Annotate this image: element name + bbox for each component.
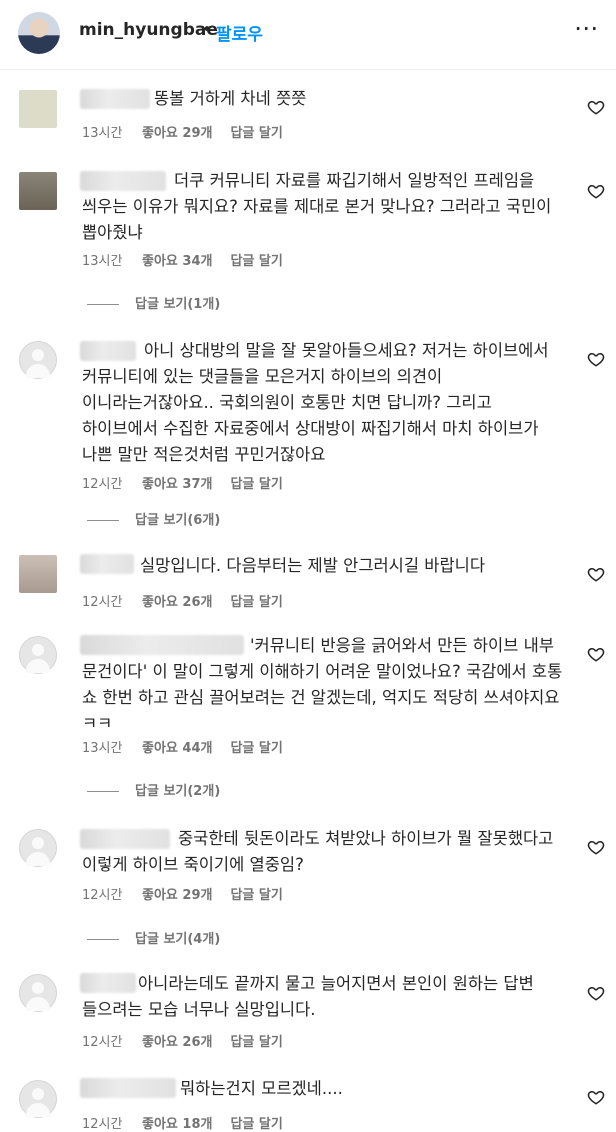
heart-icon[interactable] — [587, 645, 605, 663]
likes-count[interactable]: 좋아요 44개 — [142, 737, 212, 756]
comment-meta: 12시간 좋아요 26개 답글 달기 — [82, 1031, 283, 1050]
avatar[interactable] — [18, 12, 60, 54]
comment-text: 아니 상대방의 말을 잘 못알아들으세요? 저거는 하이브에서 커뮤니티에 있는… — [82, 341, 549, 464]
comment-time: 12시간 — [82, 477, 123, 492]
reply-button[interactable]: 답글 달기 — [230, 1117, 282, 1132]
avatar[interactable] — [19, 829, 57, 867]
avatar[interactable] — [19, 974, 57, 1012]
avatar[interactable] — [19, 172, 57, 210]
view-replies-label: 답글 보기(1개) — [135, 297, 221, 312]
likes-count[interactable]: 좋아요 26개 — [142, 1031, 212, 1050]
reply-button[interactable]: 답글 달기 — [230, 888, 282, 903]
likes-count[interactable]: 좋아요 37개 — [142, 473, 212, 492]
more-options-icon[interactable]: ⋯ — [574, 14, 599, 42]
likes-count[interactable]: 좋아요 26개 — [142, 591, 212, 610]
comment-text: 뭐하는건지 모르겠네.... — [180, 1079, 343, 1098]
avatar[interactable] — [19, 90, 57, 128]
comment-time: 12시간 — [82, 888, 123, 903]
comment-meta: 13시간 좋아요 34개 답글 달기 — [82, 250, 283, 269]
comment-meta: 13시간 좋아요 44개 답글 달기 — [82, 737, 283, 756]
likes-count[interactable]: 좋아요 18개 — [142, 1113, 212, 1132]
replies-line — [87, 939, 119, 940]
reply-button[interactable]: 답글 달기 — [230, 595, 282, 610]
comment-meta: 12시간 좋아요 37개 답글 달기 — [82, 473, 283, 492]
comment-time: 13시간 — [82, 126, 123, 141]
comment-text: 중국한테 뒷돈이라도 쳐받았나 하이브가 뭘 잘못했다고 이렇게 하이브 죽이기… — [82, 829, 554, 874]
view-replies-button[interactable]: 답글 보기(4개) — [87, 928, 220, 947]
avatar[interactable] — [19, 636, 57, 674]
comment-time: 13시간 — [82, 254, 123, 269]
reply-button[interactable]: 답글 달기 — [230, 477, 282, 492]
heart-icon[interactable] — [587, 984, 605, 1002]
heart-icon[interactable] — [587, 565, 605, 583]
view-replies-button[interactable]: 답글 보기(1개) — [87, 293, 220, 312]
reply-button[interactable]: 답글 달기 — [230, 741, 282, 756]
view-replies-button[interactable]: 답글 보기(2개) — [87, 780, 220, 799]
post-header: min_hyungbae • 팔로우 ⋯ — [0, 0, 616, 70]
heart-icon[interactable] — [587, 1088, 605, 1106]
avatar[interactable] — [19, 1080, 57, 1118]
comment-text: 똥볼 거하게 차네 쯧쯧 — [154, 89, 307, 108]
comment-text: '커뮤니티 반응을 긁어와서 만든 하이브 내부 문건이다' 이 말이 그렇게 … — [82, 636, 563, 733]
comment-time: 12시간 — [82, 595, 123, 610]
comment-text: 더쿠 커뮤니티 자료를 짜깁기해서 일방적인 프레임을 씌우는 이유가 뭐지요?… — [82, 171, 552, 242]
follow-button[interactable]: 팔로우 — [216, 20, 263, 45]
heart-icon[interactable] — [587, 182, 605, 200]
comment-meta: 13시간 좋아요 29개 답글 달기 — [82, 122, 283, 141]
view-replies-label: 답글 보기(6개) — [135, 513, 221, 528]
username[interactable]: min_hyungbae — [79, 20, 218, 40]
avatar[interactable] — [19, 341, 57, 379]
view-replies-button[interactable]: 답글 보기(6개) — [87, 509, 220, 528]
comment-time: 13시간 — [82, 741, 123, 756]
likes-count[interactable]: 좋아요 34개 — [142, 250, 212, 269]
likes-count[interactable]: 좋아요 29개 — [142, 122, 212, 141]
reply-button[interactable]: 답글 달기 — [230, 126, 282, 141]
heart-icon[interactable] — [587, 350, 605, 368]
heart-icon[interactable] — [587, 838, 605, 856]
view-replies-label: 답글 보기(4개) — [135, 932, 221, 947]
replies-line — [87, 304, 119, 305]
likes-count[interactable]: 좋아요 29개 — [142, 884, 212, 903]
separator-dot: • — [202, 20, 213, 40]
reply-button[interactable]: 답글 달기 — [230, 1035, 282, 1050]
comment-time: 12시간 — [82, 1117, 123, 1132]
heart-icon[interactable] — [587, 98, 605, 116]
comment-text: 실망입니다. 다음부터는 제발 안그러시길 바랍니다 — [140, 556, 486, 575]
comment-meta: 12시간 좋아요 29개 답글 달기 — [82, 884, 283, 903]
comment-meta: 12시간 좋아요 18개 답글 달기 — [82, 1113, 283, 1132]
reply-button[interactable]: 답글 달기 — [230, 254, 282, 269]
comment-time: 12시간 — [82, 1035, 123, 1050]
view-replies-label: 답글 보기(2개) — [135, 784, 221, 799]
replies-line — [87, 791, 119, 792]
avatar[interactable] — [19, 555, 57, 593]
comment-text: 아니라는데도 끝까지 물고 늘어지면서 본인이 원하는 답변 들으려는 모습 너… — [82, 974, 534, 1019]
comment-meta: 12시간 좋아요 26개 답글 달기 — [82, 591, 283, 610]
replies-line — [87, 520, 119, 521]
